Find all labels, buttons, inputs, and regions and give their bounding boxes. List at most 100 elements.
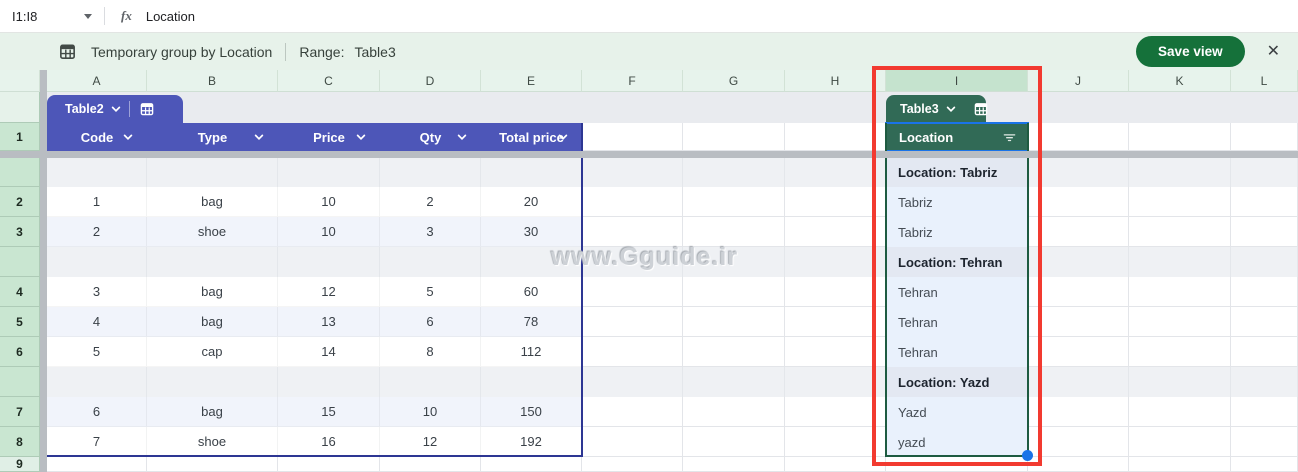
table3-cell[interactable]: Tehran (886, 307, 1028, 337)
cell-K2[interactable] (1129, 187, 1231, 217)
cell-J8[interactable] (1028, 427, 1129, 457)
column-header-G[interactable]: G (683, 70, 785, 92)
grid-gap-cell[interactable] (683, 158, 785, 187)
cell-F8[interactable] (582, 427, 683, 457)
grid-gap-cell[interactable] (47, 367, 147, 397)
grid-gap-cell[interactable] (785, 158, 886, 187)
grid-gap-cell[interactable] (147, 367, 278, 397)
row-header-blank[interactable] (0, 92, 40, 123)
row-header-blank[interactable] (0, 367, 40, 397)
grid-gap-cell[interactable] (1129, 367, 1231, 397)
table3-group-header[interactable]: Location: Yazd (886, 367, 1028, 397)
table2-cell[interactable]: 20 (481, 187, 582, 217)
cell-L6[interactable] (1231, 337, 1298, 367)
grid-gap-cell[interactable] (582, 367, 683, 397)
grid-gap-cell[interactable] (1231, 247, 1298, 277)
row-header-5[interactable]: 5 (0, 307, 40, 337)
grid-gap-cell[interactable] (1028, 247, 1129, 277)
cell-J9[interactable] (1028, 457, 1129, 472)
cell-D9[interactable] (380, 457, 481, 472)
cell-G4[interactable] (683, 277, 785, 307)
cell-F2[interactable] (582, 187, 683, 217)
grid-gap-cell[interactable] (1129, 247, 1231, 277)
cell-F7[interactable] (582, 397, 683, 427)
table2-cell[interactable]: 7 (47, 427, 147, 457)
cell-K1[interactable] (1129, 123, 1231, 151)
table2-cell[interactable]: 12 (380, 427, 481, 457)
column-dropdown-chevron-icon[interactable] (122, 131, 134, 143)
cell-H5[interactable] (785, 307, 886, 337)
table2-cell[interactable]: 5 (380, 277, 481, 307)
row-header-6[interactable]: 6 (0, 337, 40, 367)
cell-K5[interactable] (1129, 307, 1231, 337)
table2-column-header-type[interactable]: Type (147, 123, 278, 151)
cell-G5[interactable] (683, 307, 785, 337)
column-header-J[interactable]: J (1028, 70, 1129, 92)
table3-table-icon[interactable] (973, 101, 989, 117)
cell-L8[interactable] (1231, 427, 1298, 457)
cell-J6[interactable] (1028, 337, 1129, 367)
save-view-button[interactable]: Save view (1136, 36, 1245, 67)
table2-cell[interactable]: 16 (278, 427, 380, 457)
table2-cell[interactable]: 192 (481, 427, 582, 457)
table3-cell[interactable]: Tehran (886, 337, 1028, 367)
grid-corner[interactable] (0, 70, 40, 92)
table3-cell[interactable]: yazd (886, 427, 1028, 457)
cell-H4[interactable] (785, 277, 886, 307)
cell-F6[interactable] (582, 337, 683, 367)
grid-gap-cell[interactable] (278, 367, 380, 397)
column-header-C[interactable]: C (278, 70, 380, 92)
column-header-L[interactable]: L (1231, 70, 1298, 92)
cell-F4[interactable] (582, 277, 683, 307)
table2-cell[interactable]: 4 (47, 307, 147, 337)
table3-cell[interactable]: Yazd (886, 397, 1028, 427)
filter-icon[interactable] (1002, 130, 1017, 145)
cell-B9[interactable] (147, 457, 278, 472)
table2-cell[interactable]: 13 (278, 307, 380, 337)
cell-L5[interactable] (1231, 307, 1298, 337)
cell-L7[interactable] (1231, 397, 1298, 427)
column-header-D[interactable]: D (380, 70, 481, 92)
grid-gap-cell[interactable] (785, 367, 886, 397)
table2-cell[interactable]: 6 (380, 307, 481, 337)
cell-K8[interactable] (1129, 427, 1231, 457)
table2-cell[interactable]: 10 (278, 187, 380, 217)
cell-J2[interactable] (1028, 187, 1129, 217)
table2-tab[interactable]: Table2 (47, 95, 183, 123)
table2-cell[interactable]: 150 (481, 397, 582, 427)
grid-gap-cell[interactable] (481, 367, 582, 397)
cell-G9[interactable] (683, 457, 785, 472)
table2-cell[interactable]: bag (147, 187, 278, 217)
cell-J3[interactable] (1028, 217, 1129, 247)
grid-gap-cell[interactable] (380, 247, 481, 277)
cell-K6[interactable] (1129, 337, 1231, 367)
cell-G7[interactable] (683, 397, 785, 427)
grid-gap-cell[interactable] (380, 158, 481, 187)
table3-cell[interactable]: Tabriz (886, 187, 1028, 217)
table2-cell[interactable]: 12 (278, 277, 380, 307)
selection-fill-handle[interactable] (1022, 450, 1033, 461)
grid-gap-cell[interactable] (380, 367, 481, 397)
cell-K4[interactable] (1129, 277, 1231, 307)
table2-cell[interactable]: 10 (278, 217, 380, 247)
column-header-B[interactable]: B (147, 70, 278, 92)
table2-tab-chevron-down-icon[interactable] (110, 103, 122, 115)
grid-gap-cell[interactable] (278, 158, 380, 187)
cell-H1[interactable] (785, 123, 886, 151)
table2-cell[interactable]: 1 (47, 187, 147, 217)
table2-cell[interactable]: 15 (278, 397, 380, 427)
table2-cell[interactable]: bag (147, 277, 278, 307)
table2-cell[interactable]: 10 (380, 397, 481, 427)
cell-F9[interactable] (582, 457, 683, 472)
table3-cell[interactable]: Tehran (886, 277, 1028, 307)
table2-column-header-code[interactable]: Code (47, 123, 147, 151)
cell-H9[interactable] (785, 457, 886, 472)
grid-gap-cell[interactable] (1028, 158, 1129, 187)
row-header-3[interactable]: 3 (0, 217, 40, 247)
grid-gap-cell[interactable] (147, 247, 278, 277)
table2-cell[interactable]: 78 (481, 307, 582, 337)
cell-K7[interactable] (1129, 397, 1231, 427)
grid-gap-cell[interactable] (785, 247, 886, 277)
cell-L1[interactable] (1231, 123, 1298, 151)
row-header-blank[interactable] (0, 158, 40, 187)
